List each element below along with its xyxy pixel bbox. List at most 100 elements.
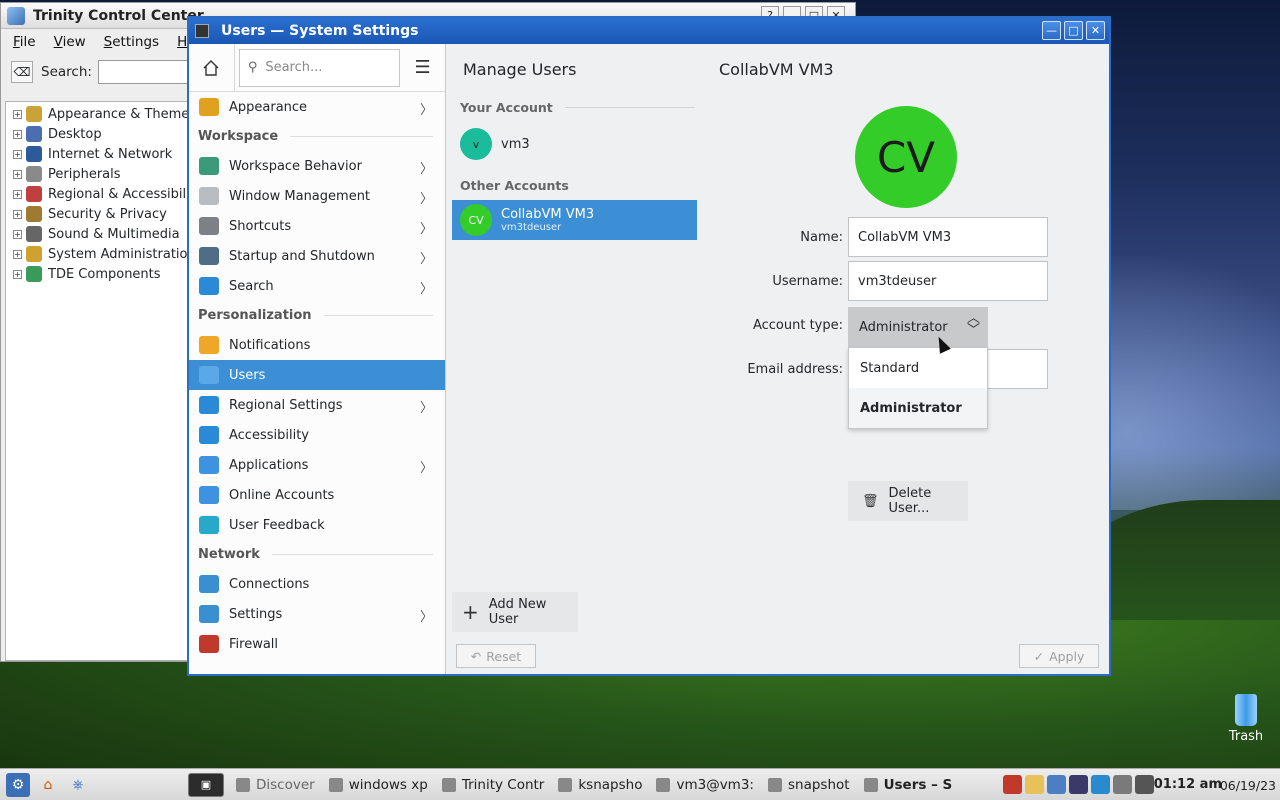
home-button[interactable] <box>189 43 235 92</box>
expand-icon[interactable]: + <box>13 209 22 219</box>
sidebar-item-window-management[interactable]: Window Management 〉 <box>189 181 445 211</box>
taskbar-task[interactable]: vm3@vm3: <box>652 771 758 799</box>
your-account-row[interactable]: v vm3 <box>446 124 703 164</box>
close-button[interactable]: ✕ <box>1086 21 1105 40</box>
sidebar-item-online-accounts[interactable]: Online Accounts <box>189 480 445 510</box>
sidebar-item-accessibility[interactable]: Accessibility <box>189 420 445 450</box>
taskbar-task[interactable]: Users – S <box>860 771 957 799</box>
apply-label: Apply <box>1049 648 1085 664</box>
chevron-right-icon: 〉 <box>419 162 433 177</box>
sidebar-item-applications[interactable]: Applications 〉 <box>189 450 445 480</box>
task-app-icon <box>767 777 782 792</box>
menu-view[interactable]: View <box>54 34 86 50</box>
sidebar-search-input[interactable]: ⚲ Search... <box>238 48 401 87</box>
reset-button[interactable]: ↶ Reset <box>456 644 536 668</box>
shortcuts-icon <box>199 217 219 235</box>
tree-item[interactable]: + Internet & Network <box>6 144 204 164</box>
taskbar-task[interactable]: snapshot <box>764 771 854 799</box>
menu-settings[interactable]: Settings <box>104 34 159 50</box>
applications-icon <box>199 456 219 474</box>
tray-icon[interactable] <box>1091 775 1110 794</box>
tree-item[interactable]: + TDE Components <box>6 264 204 284</box>
your-account-heading: Your Account <box>446 94 703 120</box>
expand-icon[interactable]: + <box>13 149 22 159</box>
username-field[interactable]: vm3tdeuser <box>848 261 1048 301</box>
sidebar-item-settings[interactable]: Settings 〉 <box>189 599 445 629</box>
expand-icon[interactable]: + <box>13 229 22 239</box>
tray-icon[interactable] <box>1069 775 1088 794</box>
maximize-button[interactable]: □ <box>1064 21 1083 40</box>
tree-item[interactable]: + Desktop <box>6 124 204 144</box>
chevron-right-icon: 〉 <box>419 461 433 476</box>
account-type-select[interactable]: Administrator ︿ ﹀ <box>848 307 988 347</box>
sidebar-item-user-feedback[interactable]: User Feedback <box>189 510 445 540</box>
hamburger-menu-icon[interactable]: ☰ <box>400 44 445 92</box>
other-account-row[interactable]: CV CollabVM VM3 vm3tdeuser <box>452 200 697 240</box>
sidebar-item-connections[interactable]: Connections <box>189 569 445 599</box>
tree-item[interactable]: + System Administration <box>6 244 204 264</box>
date[interactable]: 06/19/23 <box>1220 778 1276 793</box>
trash-icon: 🗑 <box>862 493 879 509</box>
category-icon <box>26 166 42 182</box>
sidebar-item-notifications[interactable]: Notifications <box>189 330 445 360</box>
tray-icon[interactable] <box>1047 775 1066 794</box>
window-menu-icon[interactable] <box>195 24 209 38</box>
show-desktop-icon[interactable]: ▣ <box>188 772 224 797</box>
sidebar-item-label: Settings <box>229 606 283 622</box>
sidebar-item-workspace-behavior[interactable]: Workspace Behavior 〉 <box>189 151 445 181</box>
option-administrator[interactable]: Administrator <box>849 388 987 428</box>
add-new-user-button[interactable]: + Add New User <box>452 592 578 632</box>
taskbar-task[interactable]: Trinity Contr <box>438 771 549 799</box>
expand-icon[interactable]: + <box>13 249 22 259</box>
chevron-right-icon: 〉 <box>419 103 433 118</box>
task-label: vm3@vm3: <box>676 776 754 793</box>
expand-icon[interactable]: + <box>13 169 22 179</box>
sidebar-item-firewall[interactable]: Firewall <box>189 629 445 659</box>
tree-item[interactable]: + Appearance & Themes <box>6 104 204 124</box>
expand-icon[interactable]: + <box>13 109 22 119</box>
tree-item[interactable]: + Peripherals <box>6 164 204 184</box>
category-icon <box>26 206 42 222</box>
connections-icon <box>199 575 219 593</box>
clear-search-icon[interactable]: ⌫ <box>11 61 33 83</box>
tree-item[interactable]: + Regional & Accessibility <box>6 184 204 204</box>
ss-titlebar[interactable]: Users — System Settings — □ ✕ <box>189 18 1109 44</box>
tray-icon[interactable] <box>1135 775 1154 794</box>
tray-icon[interactable] <box>1113 775 1132 794</box>
tree-item[interactable]: + Sound & Multimedia <box>6 224 204 244</box>
sidebar-toolbar: ⚲ Search... ☰ <box>189 43 445 92</box>
user-avatar[interactable]: CV <box>855 106 957 208</box>
sidebar-item-users[interactable]: Users <box>189 360 445 390</box>
sidebar-item-search[interactable]: Search 〉 <box>189 271 445 301</box>
sidebar-item-regional-settings[interactable]: Regional Settings 〉 <box>189 390 445 420</box>
category-icon <box>26 266 42 282</box>
start-menu-icon[interactable]: ⚙ <box>6 772 30 797</box>
apply-button[interactable]: ✓ Apply <box>1019 644 1099 668</box>
tray-icon[interactable] <box>1025 775 1044 794</box>
menu-file[interactable]: File <box>13 34 36 50</box>
sidebar-item-startup-and-shutdown[interactable]: Startup and Shutdown 〉 <box>189 241 445 271</box>
tree-item[interactable]: + Security & Privacy <box>6 204 204 224</box>
expand-icon[interactable]: + <box>13 189 22 199</box>
account-name: vm3 <box>501 136 530 152</box>
minimize-button[interactable]: — <box>1042 21 1061 40</box>
category-icon <box>26 126 42 142</box>
home-folder-icon[interactable]: ⌂ <box>36 773 60 797</box>
taskbar-task[interactable]: ksnapsho <box>554 771 646 799</box>
desktop-trash[interactable]: Trash <box>1222 694 1270 744</box>
accounts-header: Manage Users <box>463 59 577 79</box>
sidebar-item-appearance[interactable]: Appearance 〉 <box>189 92 445 122</box>
task-app-icon <box>558 777 573 792</box>
name-field[interactable]: CollabVM VM3 <box>848 217 1048 257</box>
clock[interactable]: 01:12 am <box>1154 777 1222 792</box>
taskbar-task[interactable]: windows xp <box>325 771 432 799</box>
sidebar-item-shortcuts[interactable]: Shortcuts 〉 <box>189 211 445 241</box>
taskbar-task[interactable]: Discover <box>232 771 319 799</box>
module-tree: + Appearance & Themes + Desktop + Internet & … <box>5 101 205 661</box>
delete-user-button[interactable]: 🗑 Delete User... <box>848 481 968 521</box>
expand-icon[interactable]: + <box>13 129 22 139</box>
network-tool-icon[interactable]: ⎈ <box>66 773 90 797</box>
expand-icon[interactable]: + <box>13 269 22 279</box>
tray-icon[interactable] <box>1003 775 1022 794</box>
option-standard[interactable]: Standard <box>849 348 987 388</box>
